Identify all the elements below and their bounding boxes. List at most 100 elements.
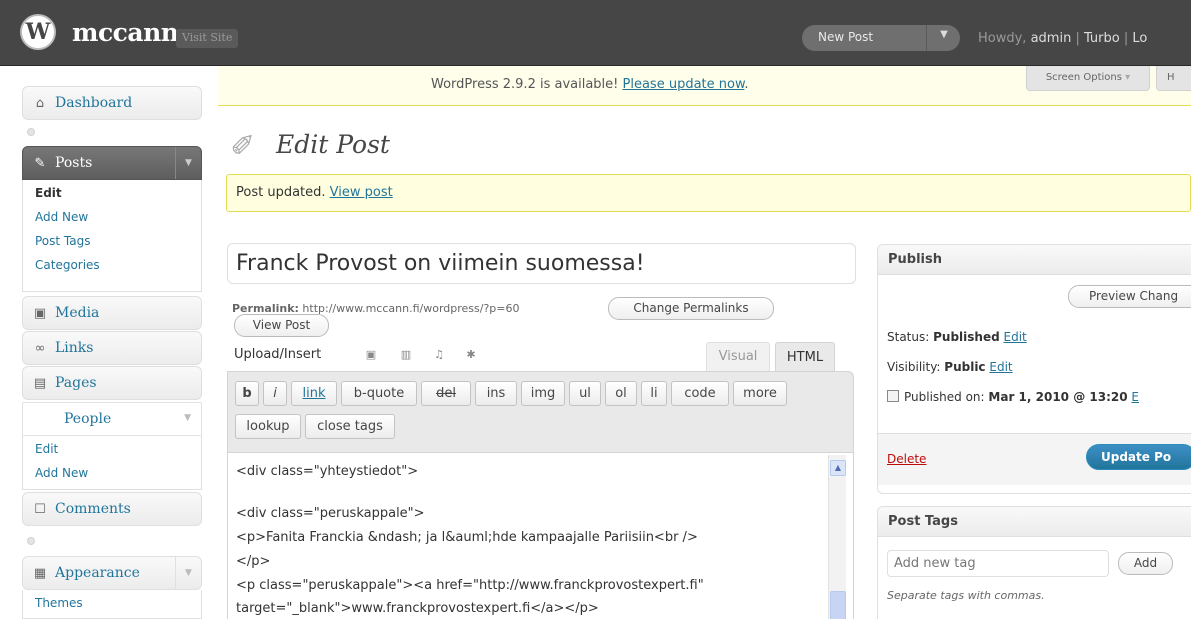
update-nag-text: WordPress 2.9.2 is available! Please upd… — [431, 77, 749, 92]
html-editor: b i link b-quote del ins img ul ol li co… — [227, 371, 854, 619]
menu-people[interactable]: People ▼ — [22, 402, 202, 436]
favorite-separator — [926, 25, 927, 51]
menu-comments[interactable]: ☐ Comments — [22, 492, 202, 526]
chevron-down-icon[interactable]: ▼ — [184, 413, 191, 423]
chevron-down-icon[interactable]: ▼ — [175, 557, 201, 589]
posts-icon: ✎ — [34, 155, 46, 171]
new-tag-input[interactable] — [887, 550, 1109, 577]
wordpress-logo-icon[interactable]: W — [20, 14, 56, 50]
sidebar-item-edit[interactable]: Edit — [23, 436, 201, 463]
help-button[interactable]: H — [1156, 66, 1191, 91]
change-permalinks-button[interactable]: Change Permalinks — [608, 297, 774, 320]
menu-dashboard[interactable]: ⌂ Dashboard — [22, 86, 202, 120]
favorite-actions-button[interactable]: New Post ▼ — [802, 25, 960, 51]
tab-visual[interactable]: Visual — [706, 342, 770, 372]
site-title[interactable]: mccann — [72, 18, 179, 47]
people-submenu: Edit Add New — [22, 436, 202, 490]
visit-site-button[interactable]: Visit Site — [176, 29, 239, 48]
nag-period: . — [744, 77, 749, 92]
chevron-down-icon[interactable]: ▼ — [175, 147, 201, 179]
user-info: Howdy, admin | Turbo | Lo — [978, 31, 1147, 46]
quicktag-bquote-button[interactable]: b-quote — [341, 381, 417, 406]
edit-date-link[interactable]: E — [1131, 390, 1139, 404]
quicktag-close-tags-button[interactable]: close tags — [305, 414, 395, 439]
quicktag-img-button[interactable]: img — [521, 381, 565, 406]
message-body: Post updated. — [236, 185, 330, 200]
post-tags-title: Post Tags — [878, 507, 1191, 537]
menu-links[interactable]: ∞ Links — [22, 331, 202, 365]
view-post-link[interactable]: View post — [330, 185, 393, 200]
quicktag-ins-button[interactable]: ins — [475, 381, 517, 406]
sidebar-item-add-new[interactable]: Add New — [23, 204, 201, 231]
separator: | — [1071, 31, 1084, 46]
screen-options-label: Screen Options — [1045, 72, 1122, 83]
quicktag-ul-button[interactable]: ul — [569, 381, 601, 406]
quicktag-link-button[interactable]: link — [291, 381, 337, 406]
add-audio-icon[interactable]: ♫ — [432, 348, 446, 361]
chevron-down-icon[interactable]: ▼ — [932, 29, 956, 40]
edit-status-link[interactable]: Edit — [1004, 330, 1027, 344]
menu-appearance[interactable]: ▦ Appearance ▼ — [22, 556, 202, 590]
post-content-textarea[interactable]: <div class="yhteystiedot"> <div class="p… — [228, 452, 853, 619]
menu-posts[interactable]: ✎ Posts ▼ — [22, 146, 202, 180]
quicktag-ol-button[interactable]: ol — [605, 381, 637, 406]
permalink-url[interactable]: http://www.mccann.fi/wordpress/?p=60 — [299, 302, 519, 315]
turbo-link[interactable]: Turbo — [1084, 31, 1120, 46]
menu-label: Appearance — [55, 565, 140, 581]
quicktag-italic-button[interactable]: i — [263, 381, 287, 406]
menu-label: Dashboard — [55, 95, 133, 111]
menu-label: People — [64, 411, 112, 427]
add-media-icon[interactable]: ✱ — [464, 348, 478, 361]
howdy-text: Howdy, — [978, 31, 1031, 46]
favorite-action-label[interactable]: New Post — [818, 30, 873, 44]
visibility-label: Visibility: — [887, 360, 945, 374]
admin-sidebar: ⌂ Dashboard ✎ Posts ▼ Edit Add New Post … — [0, 66, 218, 619]
add-image-icon[interactable]: ▣ — [364, 348, 378, 361]
update-now-link[interactable]: Please update now — [623, 77, 745, 92]
quicktag-li-button[interactable]: li — [641, 381, 667, 406]
links-icon: ∞ — [34, 340, 46, 356]
calendar-icon — [887, 390, 899, 402]
pages-icon: ▤ — [33, 375, 47, 391]
user-link[interactable]: admin — [1031, 31, 1072, 46]
scrollbar-thumb[interactable] — [830, 591, 846, 619]
posts-submenu: Edit Add New Post Tags Categories — [22, 180, 202, 292]
post-title-input[interactable] — [227, 243, 856, 284]
post-updated-message: Post updated. View post — [226, 174, 1191, 212]
status-label: Status: — [887, 330, 934, 344]
message-text: Post updated. View post — [236, 185, 393, 200]
quicktag-more-button[interactable]: more — [733, 381, 787, 406]
quicktag-lookup-button[interactable]: lookup — [235, 414, 301, 439]
tag-hint: Separate tags with commas. — [887, 589, 1045, 602]
menu-label: Comments — [55, 501, 131, 517]
sidebar-item-themes[interactable]: Themes — [23, 590, 201, 617]
content-line: <p>Fanita Franckia &ndash; ja l&auml;hde… — [236, 530, 698, 545]
add-video-icon[interactable]: ▥ — [399, 348, 413, 361]
view-post-button[interactable]: View Post — [234, 314, 329, 337]
post-tags-box: Post Tags Add Separate tags with commas. — [877, 506, 1191, 619]
content-line: target="_blank">www.franckprovostexpert.… — [236, 601, 599, 616]
menu-pages[interactable]: ▤ Pages — [22, 366, 202, 400]
sidebar-item-categories[interactable]: Categories — [23, 252, 201, 279]
sidebar-item-edit[interactable]: Edit — [23, 180, 201, 207]
publish-box-title: Publish — [878, 245, 1191, 275]
publish-box: Publish Preview Chang Status: Published … — [877, 244, 1191, 494]
content-scrollbar[interactable]: ▲ — [828, 455, 846, 619]
add-tag-button[interactable]: Add — [1118, 552, 1173, 575]
screen-options-button[interactable]: Screen Options ▾ — [1026, 66, 1150, 91]
sidebar-item-add-new[interactable]: Add New — [23, 460, 201, 487]
logout-link[interactable]: Lo — [1132, 31, 1147, 46]
quicktag-del-button[interactable]: del — [421, 381, 471, 406]
chevron-down-icon: ▾ — [1125, 72, 1131, 83]
menu-media[interactable]: ▣ Media — [22, 296, 202, 330]
quicktag-code-button[interactable]: code — [671, 381, 729, 406]
visibility-value: Public — [944, 360, 986, 374]
scroll-up-icon[interactable]: ▲ — [830, 460, 846, 476]
tab-html[interactable]: HTML — [775, 342, 835, 374]
edit-visibility-link[interactable]: Edit — [989, 360, 1012, 374]
quicktag-bold-button[interactable]: b — [235, 381, 259, 406]
preview-changes-button[interactable]: Preview Chang — [1068, 285, 1191, 308]
update-post-button[interactable]: Update Po — [1086, 444, 1191, 470]
delete-link[interactable]: Delete — [887, 452, 926, 466]
sidebar-item-post-tags[interactable]: Post Tags — [23, 228, 201, 255]
